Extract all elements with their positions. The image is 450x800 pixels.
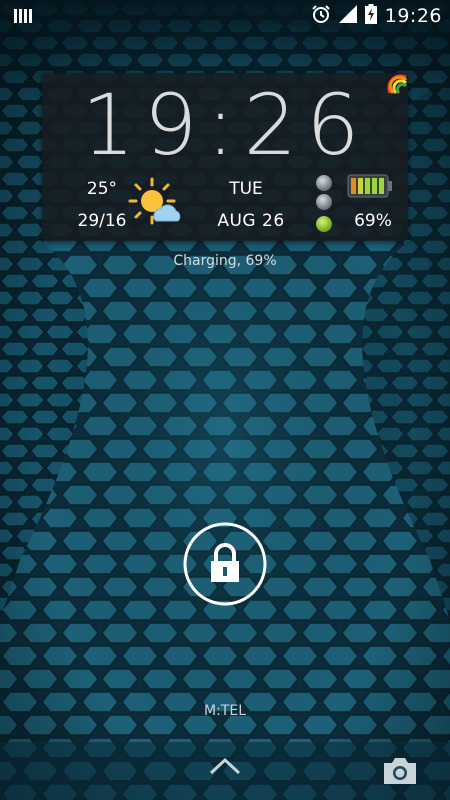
signal-icon bbox=[338, 5, 357, 27]
unlock-button[interactable] bbox=[183, 522, 267, 606]
clock-weather-widget[interactable]: 19:26 25° 29/16 TUE AUG 26 69% bbox=[42, 73, 408, 241]
charging-status: Charging, 69% bbox=[173, 253, 277, 269]
sun-cloud-icon bbox=[128, 177, 184, 229]
rainbow-icon[interactable] bbox=[386, 73, 408, 95]
status-dots-icon bbox=[315, 174, 333, 234]
date: AUG 26 bbox=[217, 211, 285, 231]
battery-level-icon bbox=[347, 174, 393, 198]
battery-percent: 69% bbox=[354, 211, 392, 231]
temperature: 25° bbox=[86, 179, 118, 199]
alarm-icon bbox=[311, 4, 331, 28]
status-bar-time: 19:26 bbox=[384, 5, 442, 27]
weekday: TUE bbox=[229, 179, 263, 199]
chevron-up-icon[interactable] bbox=[207, 755, 243, 777]
carrier-name: M:TEL bbox=[204, 703, 246, 719]
notification-bars-icon bbox=[14, 7, 32, 25]
status-bar: 19:26 bbox=[0, 0, 450, 32]
widget-clock: 19:26 bbox=[81, 76, 369, 174]
lock-icon bbox=[211, 543, 239, 582]
battery-charging-icon bbox=[364, 4, 377, 28]
camera-icon[interactable] bbox=[381, 756, 419, 786]
